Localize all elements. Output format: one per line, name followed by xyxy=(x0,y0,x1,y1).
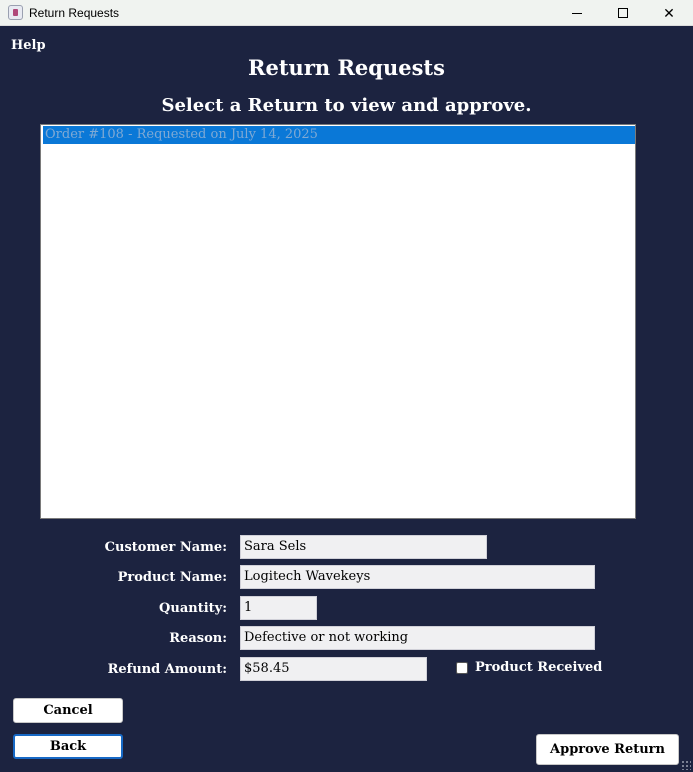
page-subtitle: Select a Return to view and approve. xyxy=(161,95,532,116)
menu-help[interactable]: Help xyxy=(11,38,46,53)
product-name-field[interactable]: Logitech Wavekeys xyxy=(240,565,595,589)
quantity-field[interactable]: 1 xyxy=(240,596,317,620)
quantity-label: Quantity: xyxy=(159,601,227,616)
close-button[interactable]: ✕ xyxy=(646,0,692,26)
reason-label: Reason: xyxy=(169,631,227,646)
window-content: Help Return Requests Select a Return to … xyxy=(0,26,693,772)
cancel-button[interactable]: Cancel xyxy=(13,698,123,723)
title-bar: Return Requests ✕ xyxy=(0,0,693,26)
returns-listbox[interactable]: Order #108 - Requested on July 14, 2025 xyxy=(40,124,636,519)
back-button[interactable]: Back xyxy=(13,734,123,759)
product-name-label: Product Name: xyxy=(117,570,227,585)
minimize-button[interactable] xyxy=(554,0,600,26)
maximize-icon xyxy=(618,8,628,18)
maximize-button[interactable] xyxy=(600,0,646,26)
product-received-checkbox[interactable] xyxy=(456,662,468,674)
refund-amount-label: Refund Amount: xyxy=(107,662,227,677)
app-icon xyxy=(8,5,23,20)
minimize-icon xyxy=(572,12,582,14)
reason-field[interactable]: Defective or not working xyxy=(240,626,595,650)
resize-grip[interactable] xyxy=(681,760,691,770)
approve-return-button[interactable]: Approve Return xyxy=(536,734,679,765)
close-icon: ✕ xyxy=(663,4,675,21)
window-title: Return Requests xyxy=(29,6,120,20)
customer-name-field[interactable]: Sara Sels xyxy=(240,535,487,559)
list-item[interactable]: Order #108 - Requested on July 14, 2025 xyxy=(43,126,635,144)
refund-amount-field[interactable]: $58.45 xyxy=(240,657,427,681)
customer-name-label: Customer Name: xyxy=(104,540,227,555)
page-title: Return Requests xyxy=(248,55,445,80)
product-received-label[interactable]: Product Received xyxy=(475,660,602,675)
